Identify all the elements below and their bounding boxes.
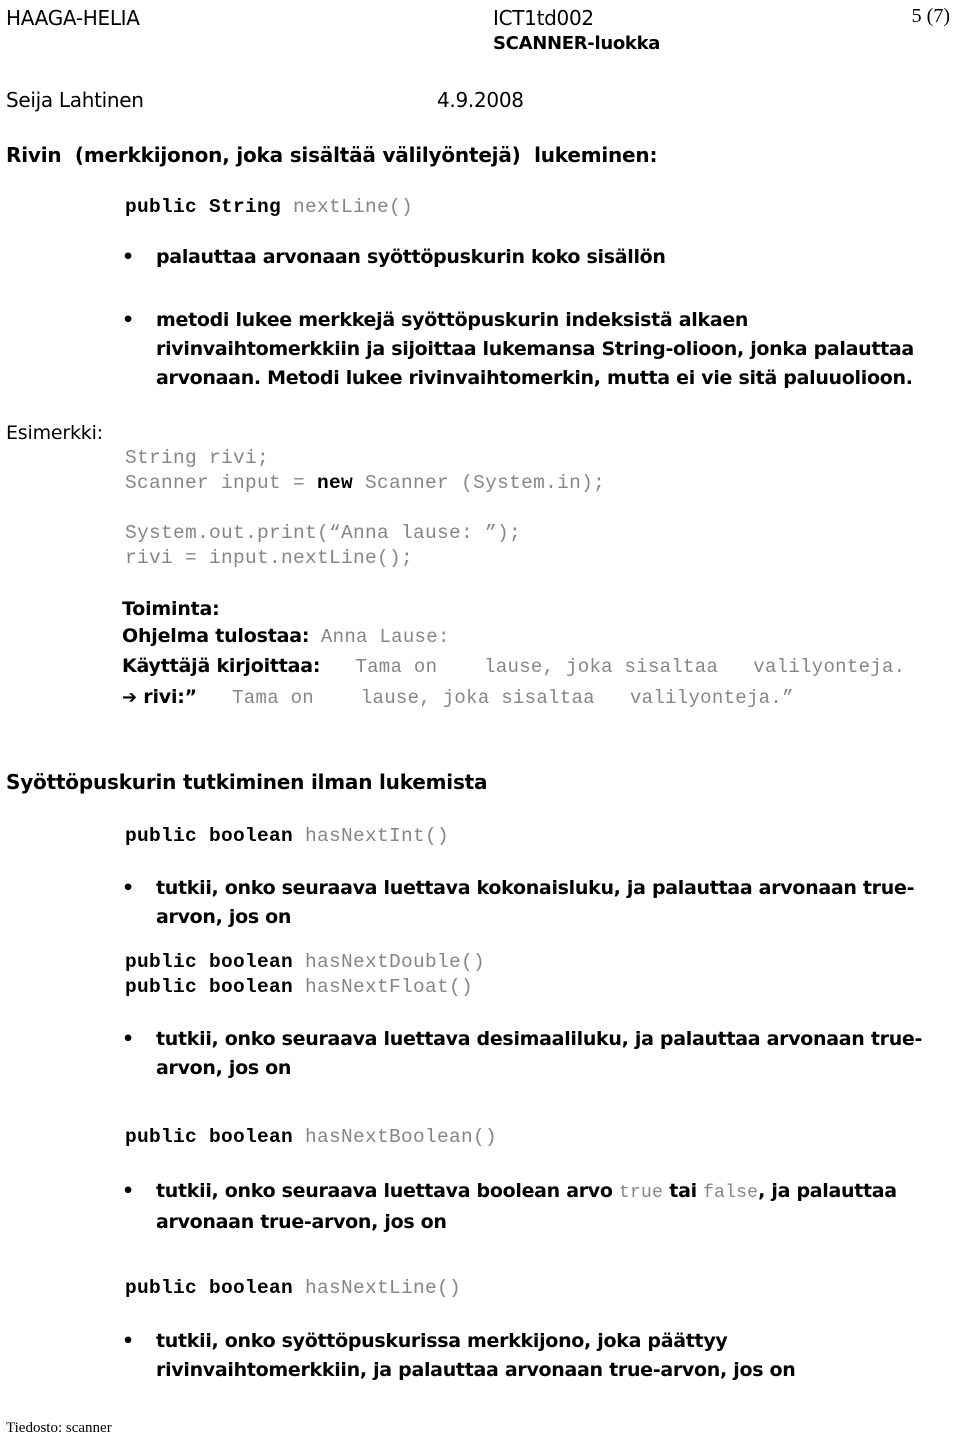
code-line-string-rivi: String rivi;	[125, 447, 270, 469]
bullet-dot-icon: •	[122, 1180, 134, 1202]
list-item-text-part: tai	[662, 1180, 704, 1202]
bullet-dot-icon: •	[122, 246, 134, 268]
behaviour-result-label: rivi:”	[136, 686, 197, 708]
list-item-label: metodi lukee merkkejä syöttöpuskurin ind…	[156, 309, 914, 389]
code-signature-hasnextdouble: public boolean hasNextDouble()	[125, 951, 485, 973]
code-keyword: public boolean	[125, 1277, 306, 1299]
section-heading-tutkiminen: Syöttöpuskurin tutkiminen ilman lukemist…	[6, 770, 488, 794]
header-course-topic: SCANNER-luokka	[493, 33, 661, 54]
bullet-dot-icon: •	[122, 877, 134, 899]
behaviour-user-types-line: Käyttäjä kirjoittaa: Tama on lause, joka…	[122, 655, 905, 678]
code-signature-hasnextboolean: public boolean hasNextBoolean()	[125, 1126, 497, 1148]
list-item: • tutkii, onko syöttöpuskurissa merkkijo…	[122, 1327, 940, 1385]
header-course-code: ICT1td002	[493, 6, 594, 30]
behaviour-prints-label: Ohjelma tulostaa:	[122, 625, 310, 647]
list-item: • tutkii, onko seuraava luettava boolean…	[122, 1177, 940, 1237]
footer-file-label: Tiedosto: scanner	[6, 1420, 112, 1436]
list-item-label: tutkii, onko seuraava luettava desimaali…	[156, 1028, 923, 1079]
header-page-number: 5 (7)	[911, 5, 950, 27]
code-method-name: hasNextBoolean()	[305, 1126, 498, 1148]
list-item-label: palauttaa arvonaan syöttöpuskurin koko s…	[156, 246, 666, 268]
behaviour-result-line: ➔ rivi:” Tama on lause, joka sisaltaa va…	[122, 686, 794, 709]
list-item-text-part: tutkii, onko seuraava luettava boolean a…	[156, 1180, 619, 1202]
list-item-label: tutkii, onko seuraava luettava boolean a…	[156, 1177, 940, 1237]
code-signature-nextline: public String nextLine()	[125, 196, 413, 218]
list-item: • palauttaa arvonaan syöttöpuskurin koko…	[122, 243, 940, 272]
code-method-name: hasNextInt()	[305, 825, 450, 847]
code-keyword: public boolean	[125, 976, 306, 998]
section-heading-rivin-lukeminen: Rivin (merkkijonon, joka sisältää välily…	[6, 143, 658, 167]
code-keyword-new: new	[317, 472, 354, 494]
code-line-system-out-print: System.out.print(“Anna lause: ”);	[125, 522, 522, 544]
document-page: HAAGA-HELIA ICT1td002 SCANNER-luokka 5 (…	[0, 0, 960, 1447]
list-item: • tutkii, onko seuraava luettava kokonai…	[122, 874, 940, 932]
code-method-name: hasNextFloat()	[305, 976, 474, 998]
behaviour-user-types-label: Käyttäjä kirjoittaa:	[122, 655, 321, 677]
arrow-right-icon: ➔	[122, 687, 137, 708]
code-keyword: public boolean	[125, 951, 306, 973]
code-signature-hasnextint: public boolean hasNextInt()	[125, 825, 449, 847]
code-method-name: nextLine()	[293, 196, 414, 218]
code-method-name: hasNextLine()	[305, 1277, 462, 1299]
behaviour-title-label: Toiminta:	[122, 598, 220, 620]
header-date: 4.9.2008	[437, 88, 524, 112]
behaviour-title: Toiminta:	[122, 598, 220, 620]
code-signature-hasnextfloat: public boolean hasNextFloat()	[125, 976, 473, 998]
header-author: Seija Lahtinen	[6, 88, 144, 112]
list-item: • tutkii, onko seuraava luettava desimaa…	[122, 1025, 940, 1083]
code-keyword: public String	[125, 196, 294, 218]
behaviour-prints-value: Anna Lause:	[309, 626, 450, 648]
code-line-scanner-input: Scanner input = new Scanner (System.in);	[125, 472, 605, 494]
code-keyword: public boolean	[125, 825, 306, 847]
code-literal-false: false	[703, 1183, 759, 1203]
example-label: Esimerkki:	[6, 422, 103, 444]
code-literal-true: true	[618, 1183, 663, 1203]
behaviour-prints-line: Ohjelma tulostaa: Anna Lause:	[122, 625, 450, 648]
code-method-name: hasNextDouble()	[305, 951, 486, 973]
header-organization: HAAGA-HELIA	[6, 6, 140, 30]
bullet-dot-icon: •	[122, 1028, 134, 1050]
code-text: Scanner input =	[125, 472, 318, 494]
bullet-dot-icon: •	[122, 1330, 134, 1352]
code-text: Scanner (System.in);	[353, 472, 606, 494]
code-keyword: public boolean	[125, 1126, 306, 1148]
list-item: • metodi lukee merkkejä syöttöpuskurin i…	[122, 306, 940, 393]
list-item-label: tutkii, onko syöttöpuskurissa merkkijono…	[156, 1330, 796, 1381]
code-line-rivi-nextline: rivi = input.nextLine();	[125, 547, 414, 569]
bullet-dot-icon: •	[122, 309, 134, 331]
list-item-label: tutkii, onko seuraava luettava kokonaisl…	[156, 877, 915, 928]
behaviour-result-value: Tama on lause, joka sisaltaa valilyontej…	[196, 687, 794, 709]
behaviour-user-types-value: Tama on lause, joka sisaltaa valilyontej…	[320, 656, 906, 678]
code-signature-hasnextline: public boolean hasNextLine()	[125, 1277, 461, 1299]
